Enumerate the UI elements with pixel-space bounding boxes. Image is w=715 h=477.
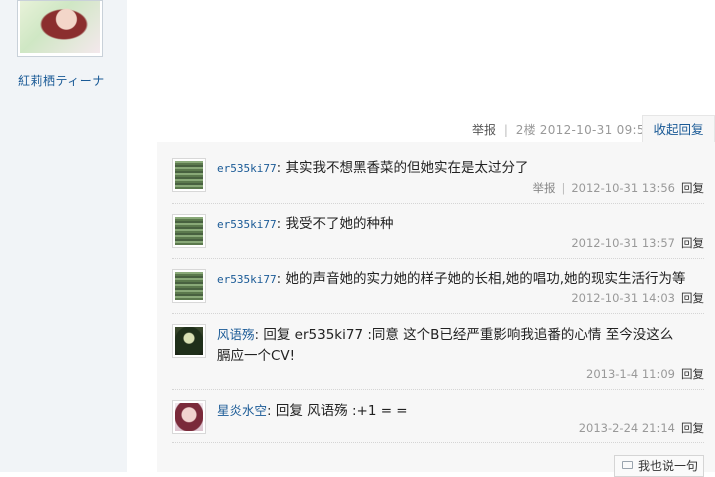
reply-text: 其实我不想黑香菜的但她实在是太过分了	[285, 160, 529, 176]
anime-girl-avatar-icon	[20, 1, 100, 53]
reply-colon: :	[276, 160, 282, 176]
divider	[172, 442, 704, 443]
floor-timestamp: 2012-10-31 09:50	[539, 123, 653, 137]
reply-content: er535ki77: 她的声音她的实力她的样子她的长相,她的唱功,她的现实生活行…	[217, 269, 707, 290]
reply-meta: 2013-2-24 21:14 回复	[579, 420, 704, 436]
reply-list: er535ki77: 其实我不想黑香菜的但她实在是太过分了 举报 | 2012-10…	[157, 142, 715, 472]
divider	[172, 203, 704, 204]
reply-button[interactable]: 回复	[681, 291, 704, 305]
reply-username[interactable]: er535ki77	[217, 162, 277, 175]
add-comment-label: 我也说一句	[638, 459, 699, 473]
reply-colon: :	[267, 403, 272, 419]
report-link[interactable]: 举报	[472, 123, 496, 137]
comment-bubble-icon	[622, 461, 633, 469]
reply-username[interactable]: er535ki77	[217, 218, 277, 231]
reply-meta: 2013-1-4 11:09 回复	[586, 366, 704, 382]
reply-time: 2013-1-4 11:09	[586, 367, 675, 381]
reply-username[interactable]: 风语殇	[217, 327, 255, 342]
user-avatar[interactable]	[172, 158, 206, 192]
divider	[172, 258, 704, 259]
green-scan-avatar-icon	[175, 217, 203, 245]
reply-content: 星炎水空: 回复 风语殇 :+1 = =	[217, 400, 707, 422]
reply-colon: :	[276, 216, 282, 232]
reply-time: 2012-10-31 14:03	[571, 291, 675, 305]
reply-text: 她的声音她的实力她的样子她的长相,她的唱功,她的现实生活行为等	[285, 271, 686, 287]
separator: |	[503, 123, 508, 137]
dark-anime-avatar-icon	[175, 327, 203, 355]
reply-meta: 2012-10-31 13:57 回复	[571, 235, 704, 251]
reply-text-line2: 膈应一个CV!	[217, 348, 296, 364]
author-name[interactable]: 紅莉栖ティーナ	[18, 72, 123, 89]
reply-content: er535ki77: 其实我不想黑香菜的但她实在是太过分了	[217, 158, 707, 179]
reply-time: 2012-10-31 13:56	[571, 181, 675, 195]
floor-number: 2楼	[515, 123, 536, 137]
reply-button[interactable]: 回复	[681, 367, 704, 381]
pink-anime-avatar-icon	[175, 403, 203, 431]
reply-content: er535ki77: 我受不了她的种种	[217, 214, 707, 235]
reply-button[interactable]: 回复	[681, 236, 704, 250]
user-avatar[interactable]	[172, 324, 206, 358]
user-avatar[interactable]	[172, 400, 206, 434]
report-link[interactable]: 举报	[532, 181, 555, 195]
reply-text: 回复 风语殇 :+1 = =	[275, 403, 408, 419]
reply-username[interactable]: er535ki77	[217, 273, 277, 286]
reply-colon: :	[276, 271, 282, 287]
user-avatar[interactable]	[172, 214, 206, 248]
floor-meta: 举报 | 2楼 2012-10-31 09:50	[472, 121, 653, 138]
author-avatar[interactable]	[17, 0, 103, 57]
reply-text-line1: 回复 er535ki77 :同意 这个B已经严重影响我追番的心情 至今没这么	[263, 327, 674, 343]
reply-time: 2012-10-31 13:57	[571, 236, 675, 250]
reply-meta: 举报 | 2012-10-31 13:56 回复	[532, 180, 704, 196]
user-avatar[interactable]	[172, 269, 206, 303]
divider	[172, 313, 704, 314]
reply-text: 我受不了她的种种	[285, 216, 394, 232]
green-scan-avatar-icon	[175, 161, 203, 189]
reply-colon: :	[254, 327, 260, 343]
green-scan-avatar-icon	[175, 272, 203, 300]
reply-meta: 2012-10-31 14:03 回复	[571, 290, 704, 306]
divider	[172, 389, 704, 390]
reply-button[interactable]: 回复	[681, 181, 704, 195]
separator: |	[561, 181, 566, 195]
reply-time: 2013-2-24 21:14	[578, 421, 675, 435]
reply-button[interactable]: 回复	[681, 421, 704, 435]
reply-username[interactable]: 星炎水空	[217, 403, 267, 418]
add-comment-button[interactable]: 我也说一句	[614, 455, 704, 477]
reply-content: 风语殇: 回复 er535ki77 :同意 这个B已经严重影响我追番的心情 至今…	[217, 324, 707, 367]
collapse-replies-button[interactable]: 收起回复	[642, 115, 715, 143]
author-sidebar: 紅莉栖ティーナ	[0, 0, 127, 472]
